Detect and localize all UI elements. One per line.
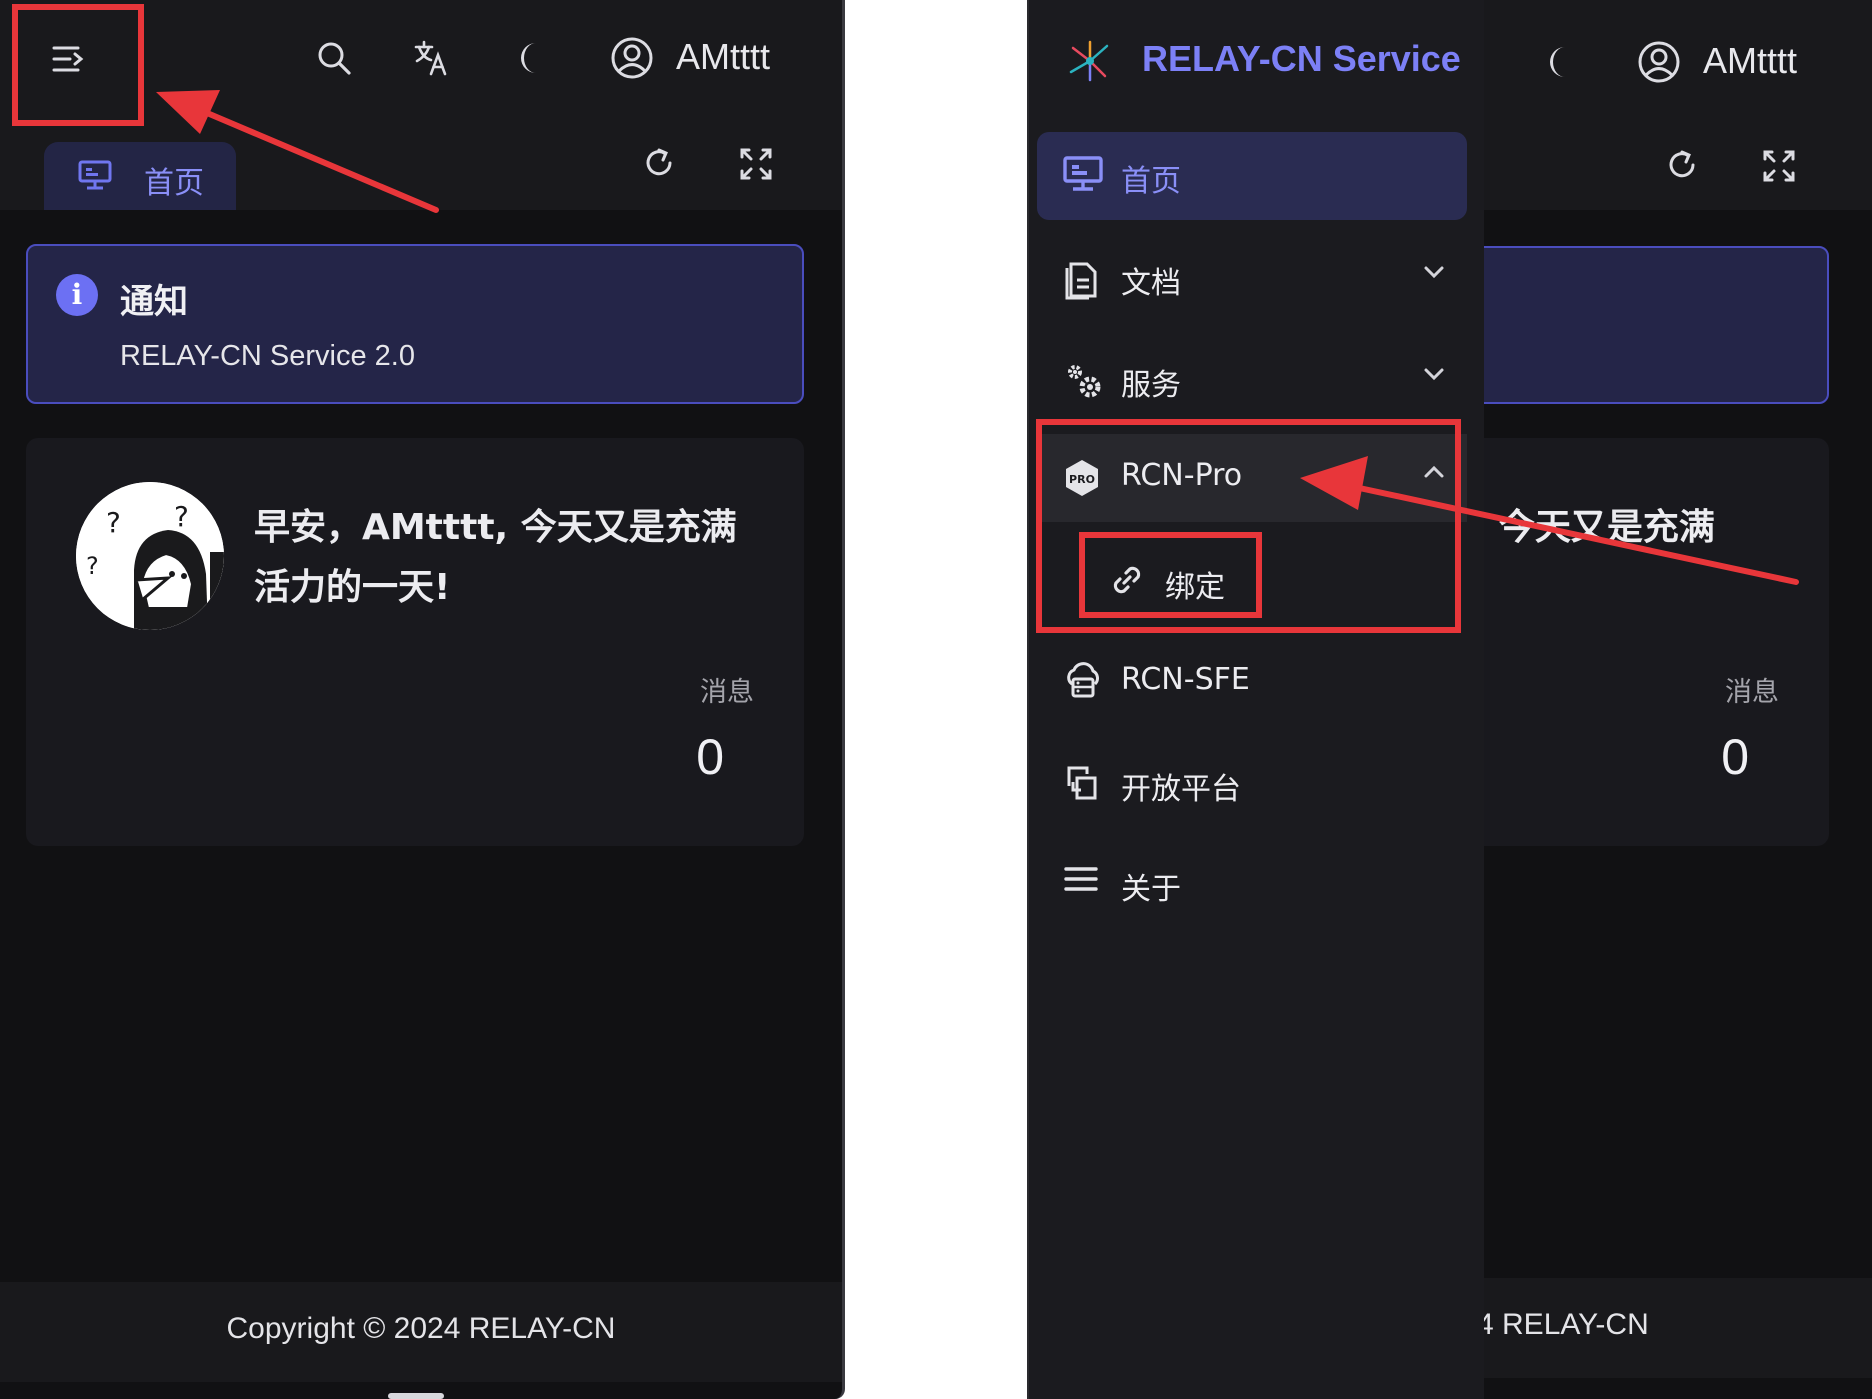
user-name[interactable]: AMtttt <box>676 36 770 78</box>
highlight-box-menu-toggle <box>12 4 144 126</box>
search-icon[interactable] <box>316 40 352 76</box>
svg-text:?: ? <box>106 506 121 539</box>
sidebar-item-rcn-sfe[interactable]: RCN-SFE <box>1037 638 1467 726</box>
user-avatar-icon[interactable] <box>610 36 654 80</box>
greeting-text: 早安，AMtttt, 今天又是充满 活力的一天! <box>254 498 774 618</box>
user-name[interactable]: AMtttt <box>1703 40 1797 82</box>
brand-logo-icon <box>1067 38 1113 88</box>
notice-message: RELAY-CN Service 2.0 <box>120 340 415 372</box>
messages-count[interactable]: 0 <box>1721 728 1749 786</box>
sidebar-item-open-platform[interactable]: 开放平台 <box>1037 740 1467 828</box>
copyright-text: Copyright © 2024 RELAY-CN <box>226 1312 616 1345</box>
greeting-line-1: 早安，AMtttt, 今天又是充满 <box>254 507 737 548</box>
monitor-icon <box>78 160 112 194</box>
user-avatar-icon[interactable] <box>1637 40 1681 84</box>
sidebar-item-services[interactable]: 服务 <box>1037 336 1467 424</box>
tab-home[interactable]: 首页 <box>44 142 236 210</box>
svg-text:?: ? <box>174 500 189 533</box>
sidebar-item-label: 首页 <box>1121 164 1181 199</box>
chevron-down-icon <box>1423 366 1445 385</box>
welcome-card: ttt, 今天又是充满 消息 0 <box>1429 438 1829 846</box>
notice-alert: i 通知 RELAY-CN Service 2.0 <box>26 244 804 404</box>
sidebar-item-docs[interactable]: 文档 <box>1037 234 1467 322</box>
svg-text:?: ? <box>86 552 99 580</box>
sidebar-item-home[interactable]: 首页 <box>1037 132 1467 220</box>
tab-bar: 首页 <box>0 118 842 210</box>
info-icon: i <box>56 274 98 316</box>
welcome-card: ? ? ? 早安，AMtttt, 今天又是充满 活力的一天! 消息 0 <box>26 438 804 846</box>
nav-drawer: RELAY-CN Service 首页 文档 服务 PRO RCN-Pro 绑定… <box>1029 0 1484 1399</box>
fullscreen-icon[interactable] <box>740 148 772 180</box>
refresh-icon[interactable] <box>642 146 676 180</box>
sidebar-item-label: RCN-SFE <box>1121 662 1250 697</box>
brand-name[interactable]: RELAY-CN Service <box>1142 38 1461 80</box>
translate-icon[interactable] <box>414 40 450 76</box>
refresh-icon[interactable] <box>1665 148 1699 182</box>
greeting-line-2: 活力的一天! <box>254 567 451 608</box>
messages-label: 消息 <box>700 677 754 708</box>
messages-label: 消息 <box>1725 677 1779 708</box>
footer: Copyright © 2024 RELAY-CN <box>0 1282 842 1382</box>
hamburger-icon <box>1063 864 1099 898</box>
platform-icon <box>1063 764 1101 806</box>
copyright-text: 4 RELAY-CN <box>1477 1308 1649 1341</box>
avatar[interactable]: ? ? ? <box>76 482 224 630</box>
gears-icon <box>1063 360 1103 404</box>
sidebar-item-label: 关于 <box>1121 872 1181 907</box>
tab-home-label: 首页 <box>144 166 204 201</box>
notice-title: 通知 <box>120 282 188 322</box>
sidebar-item-about[interactable]: 关于 <box>1037 840 1467 928</box>
dark-mode-moon-icon[interactable] <box>514 40 544 76</box>
monitor-icon <box>1063 156 1103 196</box>
cloud-server-icon <box>1063 662 1103 704</box>
sidebar-item-label: 文档 <box>1121 266 1181 301</box>
home-indicator <box>388 1393 444 1399</box>
sidebar-item-label: 开放平台 <box>1121 772 1241 807</box>
sidebar-item-label: 服务 <box>1121 368 1181 403</box>
messages-count[interactable]: 0 <box>696 728 724 786</box>
chevron-down-icon <box>1423 264 1445 283</box>
notice-alert <box>1429 246 1829 404</box>
right-screenshot-panel: AMtttt ttt, 今天又是充满 消息 0 4 RELAY-CN RELAY… <box>1027 0 1872 1399</box>
highlight-box-bind <box>1079 532 1262 618</box>
document-icon <box>1063 258 1099 304</box>
dark-mode-moon-icon[interactable] <box>1543 44 1573 80</box>
left-screenshot-panel: AMtttt 首页 i 通知 RELAY-CN Service 2.0 ? ? … <box>0 0 845 1399</box>
fullscreen-icon[interactable] <box>1763 150 1795 182</box>
